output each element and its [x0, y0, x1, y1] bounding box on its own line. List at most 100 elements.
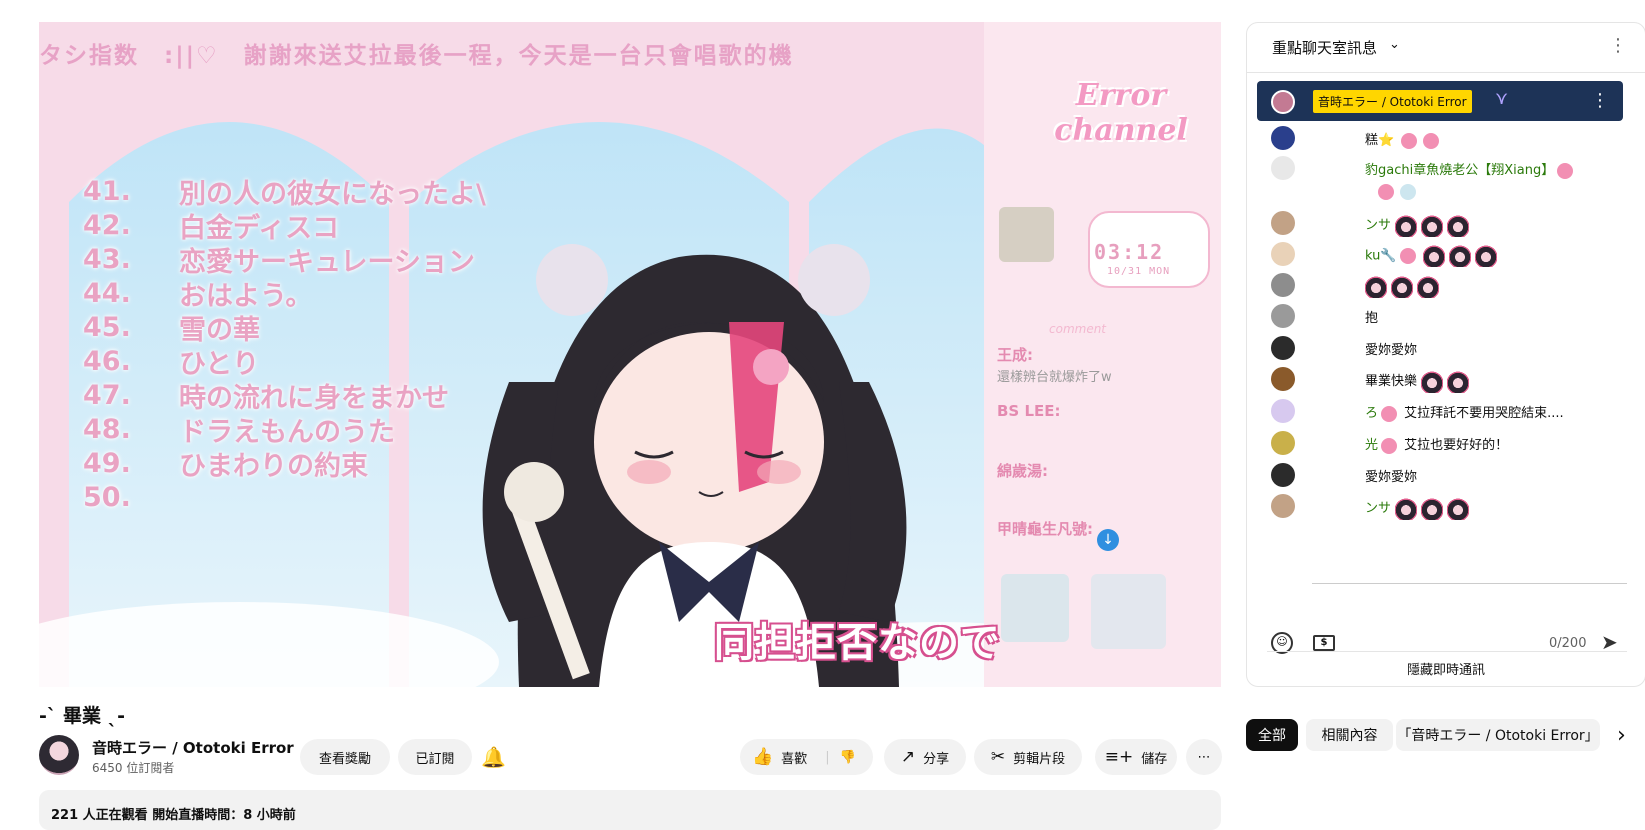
chat-avatar[interactable] — [1271, 463, 1295, 487]
subscribed-button[interactable]: 已訂閱 — [398, 739, 472, 775]
setlist-row: 47. 時の流れに身をまかせ — [83, 379, 449, 414]
emote-icon — [1557, 162, 1574, 179]
emote-icon — [1447, 370, 1470, 393]
emote-icon — [1421, 214, 1444, 237]
chat-avatar[interactable] — [1271, 242, 1295, 266]
pinned-avatar — [1271, 90, 1295, 114]
emote-icon — [1417, 276, 1439, 298]
bell-icon[interactable]: 🔔 — [481, 745, 506, 769]
setlist-row: 41. 別の人の彼女になったよ\ — [83, 175, 486, 210]
chat-message: 糕⭐ — [1247, 123, 1645, 153]
more-actions-button[interactable]: ⋯ — [1186, 739, 1222, 775]
setlist-row: 46. ひとり — [83, 345, 260, 380]
emote-icon — [1395, 497, 1418, 520]
more-vertical-icon[interactable]: ⋮ — [1609, 35, 1627, 56]
emote-icon — [1365, 276, 1387, 298]
chat-message: ku🔧 — [1247, 239, 1645, 269]
stream-date: 10/31 MON — [1107, 266, 1171, 277]
setlist-row: 43. 恋愛サーキュレーション — [83, 243, 475, 278]
emote-icon — [1421, 370, 1444, 393]
emote-icon — [1399, 248, 1416, 264]
emote-icon — [1447, 497, 1470, 520]
channel-logo: Error channel — [1054, 78, 1188, 148]
chat-avatar[interactable] — [1271, 273, 1295, 297]
pinned-author: 音時エラー / Ototoki Error — [1313, 90, 1472, 113]
setlist-row: 44. おはよう。 — [83, 277, 313, 312]
chat-avatar[interactable] — [1271, 156, 1295, 180]
setlist-row: 45. 雪の華 — [83, 311, 260, 346]
chat-avatar[interactable] — [1271, 336, 1295, 360]
overlay-chat-msg: 還樣辨台就爆炸了w — [997, 370, 1112, 385]
comment-heading: comment — [1049, 322, 1107, 336]
overlay-chat-name: 綿歲湯: — [997, 462, 1048, 480]
emote-icon — [1448, 245, 1471, 267]
chat-mode-title[interactable]: 重點聊天室訊息 — [1272, 37, 1377, 58]
chat-avatar[interactable] — [1271, 304, 1295, 328]
overlay-chat-name: 王成: — [997, 346, 1033, 364]
channel-name[interactable]: 音時エラー / Ototoki Error — [92, 737, 294, 758]
emote-icon — [1381, 405, 1398, 422]
char-counter: 0/200 — [1549, 636, 1587, 651]
chat-input[interactable] — [1312, 583, 1627, 584]
chat-message: 光 艾拉也要好好的！ — [1247, 428, 1645, 458]
chat-messages[interactable]: 糕⭐ 豹gachi章魚燒老公【翔Xiang】 ンサ ku🔧 抱 愛妳愛妳 畢業快… — [1247, 123, 1645, 559]
emote-icon — [1391, 276, 1413, 298]
thumbs-up-icon: 👍 — [752, 747, 774, 767]
setlist-row: 42. 白金ディスコ — [83, 209, 340, 244]
description-box[interactable]: 221 人正在觀看 開始直播時間：8 小時前 — [39, 790, 1221, 830]
view-perks-button[interactable]: 查看獎勵 — [300, 739, 390, 775]
chat-header: 重點聊天室訊息 ⌄ ⋮ — [1247, 23, 1645, 73]
heart-icon — [1378, 184, 1394, 200]
chat-avatar[interactable] — [1271, 431, 1295, 455]
chat-message — [1247, 270, 1645, 300]
chat-input-area: ☺ $ 0/200 ➤ — [1247, 559, 1645, 654]
setlist-row: 50. — [83, 481, 131, 513]
chat-avatar[interactable] — [1271, 126, 1295, 150]
chat-message: 愛妳愛妳 — [1247, 333, 1645, 363]
overlay-chat-msg — [997, 424, 1217, 460]
chip-related[interactable]: 相關內容 — [1306, 719, 1393, 751]
setlist-row: 49. ひまわりの約束 — [83, 447, 368, 482]
video-player[interactable]: タシ指数 :||♡ 謝謝來送艾拉最後一程，今天是一台只會唱歌的機 41. 別の人の… — [39, 22, 1221, 687]
share-button[interactable]: ↗ 分享 — [884, 739, 966, 775]
emote-icon — [1422, 245, 1445, 267]
chip-channel[interactable]: 「音時エラー / Ototoki Error」 — [1396, 719, 1600, 751]
chat-avatar[interactable] — [1271, 211, 1295, 235]
overlay-chat: 王成: 還樣辨台就爆炸了w BS LEE: 綿歲湯: 甲晴龜生凡號: — [997, 344, 1217, 540]
save-button[interactable]: ≡+ 儲存 — [1095, 739, 1177, 775]
chat-avatar[interactable] — [1271, 367, 1295, 391]
chip-all[interactable]: 全部 — [1246, 719, 1298, 751]
marquee-banner: タシ指数 :||♡ 謝謝來送艾拉最後一程，今天是一台只會唱歌的機 — [39, 43, 794, 69]
setlist-row: 48. ドラえもんのうた — [83, 413, 395, 448]
chat-message: 愛妳愛妳 — [1247, 460, 1645, 490]
chat-avatar[interactable] — [1271, 399, 1295, 423]
chat-message: ろ 艾拉拜託不要用哭腔結束.... — [1247, 396, 1645, 426]
playlist-add-icon: ≡+ — [1104, 747, 1134, 767]
emote-icon — [1423, 132, 1440, 149]
more-horizontal-icon: ⋯ — [1197, 749, 1211, 765]
chevron-down-icon[interactable]: ⌄ — [1389, 37, 1400, 52]
hide-chat-button[interactable]: 隱藏即時通訊 — [1247, 659, 1645, 678]
chat-avatar[interactable] — [1271, 494, 1295, 518]
chevron-right-icon[interactable]: › — [1617, 723, 1626, 748]
emote-icon — [1395, 214, 1418, 237]
clip-button[interactable]: ✂ 剪輯片段 — [974, 739, 1082, 775]
chat-message — [1247, 178, 1645, 208]
chat-message: 畢業快樂 — [1247, 364, 1645, 394]
subscriber-count: 6450 位訂閱者 — [92, 761, 175, 775]
channel-avatar[interactable] — [39, 735, 79, 775]
live-chat-panel: 重點聊天室訊息 ⌄ ⋮ 音時エラー / Ototoki Error ⋎ ⋮ 糕⭐… — [1246, 22, 1645, 687]
video-subtitle: 同担拒否なので — [714, 620, 1001, 666]
emote-icon — [1447, 214, 1470, 237]
pinned-message[interactable]: 音時エラー / Ototoki Error ⋎ ⋮ — [1257, 81, 1623, 121]
setlist: 41. 別の人の彼女になったよ\ 42. 白金ディスコ 43. 恋愛サーキュレーション… — [83, 174, 603, 514]
thumbs-down-icon[interactable]: 👎 — [840, 750, 856, 765]
more-vertical-icon[interactable]: ⋮ — [1591, 90, 1609, 111]
super-chat-icon[interactable]: $ — [1313, 635, 1335, 651]
scissors-icon: ✂ — [990, 747, 1006, 767]
chat-message: ンサ — [1247, 208, 1645, 238]
emote-icon — [1400, 184, 1416, 200]
emote-icon — [1421, 497, 1444, 520]
share-icon: ↗ — [900, 747, 916, 767]
like-button[interactable]: 👍 喜歡 | 👎 — [740, 739, 873, 775]
